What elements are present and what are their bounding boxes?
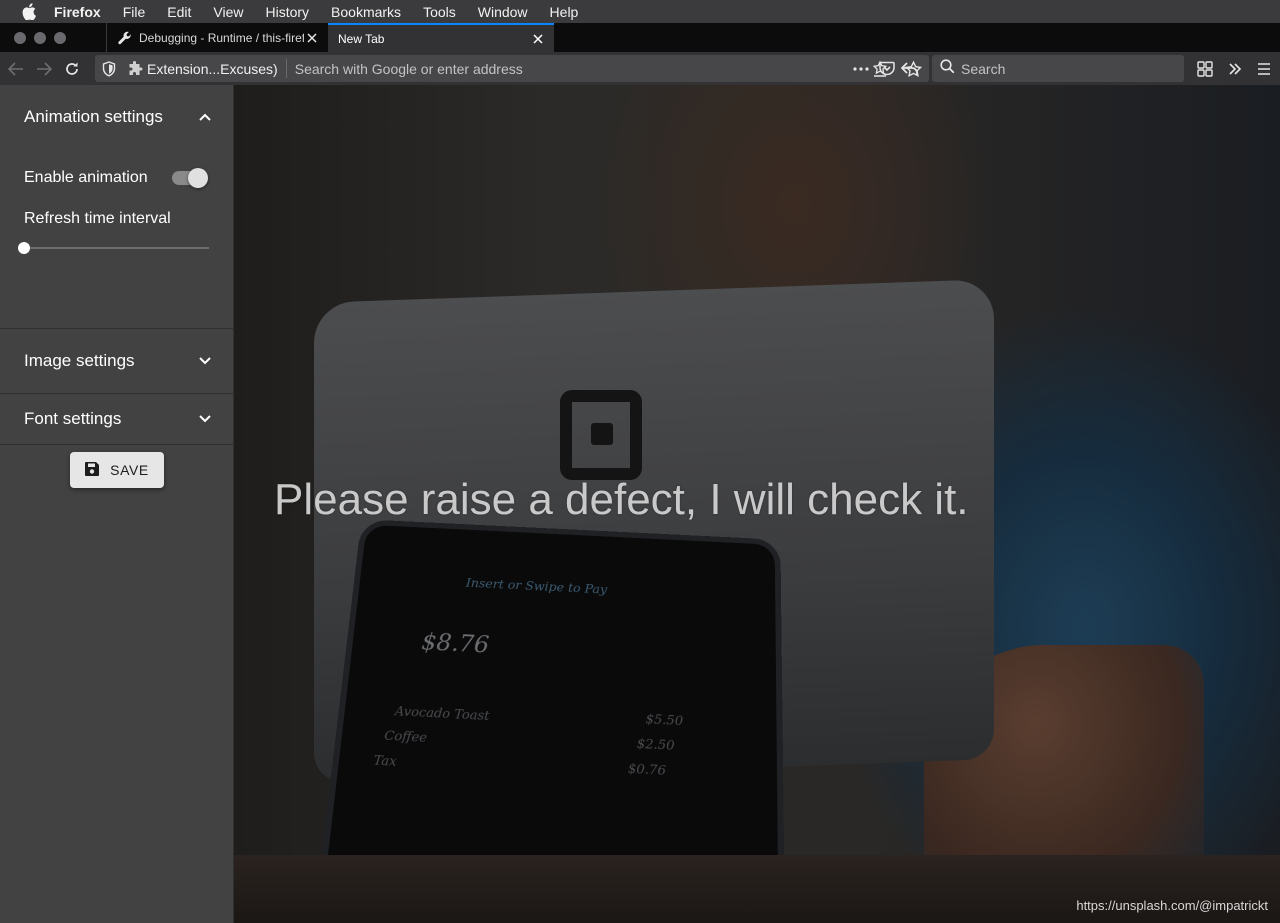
- back-arrow-icon[interactable]: [2, 55, 30, 83]
- floppy-disk-icon: [84, 461, 100, 480]
- search-input[interactable]: [961, 60, 1161, 77]
- menu-edit[interactable]: Edit: [167, 4, 191, 20]
- screen-line-item: Avocado Toast: [394, 704, 490, 725]
- tab-debugging[interactable]: Debugging - Runtime / this-firefox: [106, 23, 328, 52]
- window-controls: [0, 23, 106, 52]
- undo-arrow-icon[interactable]: [896, 55, 924, 82]
- url-input[interactable]: [294, 60, 775, 77]
- refresh-interval-slider[interactable]: [18, 240, 209, 256]
- screen-line-item: Coffee: [383, 728, 428, 746]
- menu-app-firefox[interactable]: Firefox: [54, 4, 101, 20]
- chevron-down-icon[interactable]: [193, 407, 217, 431]
- bookmarks-menu-icon[interactable]: [866, 55, 894, 82]
- save-button-wrapper: SAVE: [0, 445, 233, 488]
- screen-line-item: Tax: [372, 753, 398, 770]
- screen-total: $8.76: [420, 628, 491, 659]
- close-tab-icon[interactable]: [530, 31, 546, 47]
- animation-settings-header[interactable]: Animation settings: [0, 85, 233, 149]
- tab-label: Debugging - Runtime / this-firefox: [139, 30, 304, 45]
- macos-menubar: Firefox File Edit View History Bookmarks…: [0, 0, 1280, 23]
- forward-arrow-icon[interactable]: [30, 55, 58, 83]
- toggle-thumb: [188, 168, 208, 188]
- enable-animation-toggle[interactable]: [171, 168, 209, 188]
- save-button-label: SAVE: [110, 462, 149, 478]
- photo-credit[interactable]: https://unsplash.com/@impatrickt: [1076, 898, 1268, 913]
- settings-sidebar: Animation settings Enable animation Refr…: [0, 85, 234, 923]
- hero-terminal-screen: Insert or Swipe to Pay $8.76 Avocado Toa…: [325, 524, 779, 903]
- square-logo-center: [591, 423, 613, 445]
- screen-line-price: $5.50: [645, 712, 684, 730]
- search-bar[interactable]: [932, 55, 1184, 82]
- overflow-chevron-icon[interactable]: [1221, 55, 1249, 82]
- section-title: Image settings: [24, 351, 135, 370]
- slider-thumb[interactable]: [18, 242, 30, 254]
- zoom-window-button[interactable]: [54, 31, 66, 44]
- chevron-up-icon[interactable]: [193, 105, 217, 129]
- hamburger-menu-icon[interactable]: [1250, 55, 1278, 82]
- screen-line-price: $2.50: [636, 736, 675, 754]
- menu-bookmarks[interactable]: Bookmarks: [331, 4, 401, 20]
- menu-help[interactable]: Help: [550, 4, 579, 20]
- close-tab-icon[interactable]: [304, 30, 320, 46]
- hero-background: Insert or Swipe to Pay $8.76 Avocado Toa…: [234, 85, 1280, 923]
- tab-label: New Tab: [338, 31, 385, 46]
- page-content: Animation settings Enable animation Refr…: [0, 85, 1280, 923]
- tab-new-tab[interactable]: New Tab: [328, 23, 554, 52]
- search-icon: [940, 58, 955, 79]
- apple-icon[interactable]: [20, 3, 38, 21]
- close-window-button[interactable]: [14, 31, 26, 44]
- menu-tools[interactable]: Tools: [423, 4, 456, 20]
- enable-animation-label: Enable animation: [24, 169, 148, 186]
- tab-strip: Debugging - Runtime / this-firefox New T…: [0, 23, 1280, 52]
- navigation-toolbar: Extension...Excuses): [0, 52, 1280, 85]
- minimize-window-button[interactable]: [34, 31, 46, 44]
- slider-rail: [24, 247, 209, 249]
- address-bar[interactable]: Extension...Excuses): [95, 55, 929, 82]
- menu-view[interactable]: View: [213, 4, 243, 20]
- chevron-down-icon[interactable]: [193, 349, 217, 373]
- library-grid-icon[interactable]: [1191, 55, 1219, 82]
- section-title: Animation settings: [24, 107, 163, 126]
- hero-message: Please raise a defect, I will check it.: [274, 475, 969, 524]
- reload-icon[interactable]: [58, 55, 86, 83]
- extension-chip-label: Extension...Excuses): [147, 60, 278, 77]
- image-settings-header[interactable]: Image settings: [0, 329, 233, 393]
- extension-identity-chip[interactable]: Extension...Excuses): [123, 59, 287, 78]
- menu-history[interactable]: History: [265, 4, 309, 20]
- tracking-shield-icon[interactable]: [95, 60, 123, 77]
- menu-window[interactable]: Window: [478, 4, 528, 20]
- section-title: Font settings: [24, 409, 122, 428]
- animation-settings-panel: Enable animation Refresh time interval: [0, 163, 233, 328]
- screen-line-price: $0.76: [627, 761, 667, 779]
- puzzle-icon: [129, 60, 143, 75]
- wrench-icon: [117, 30, 133, 46]
- screen-prompt: Insert or Swipe to Pay: [465, 576, 608, 598]
- refresh-interval-label: Refresh time interval: [24, 210, 171, 227]
- font-settings-header[interactable]: Font settings: [0, 394, 233, 444]
- save-button[interactable]: SAVE: [69, 452, 164, 488]
- enable-animation-row: Enable animation: [24, 163, 209, 193]
- menu-file[interactable]: File: [123, 4, 146, 20]
